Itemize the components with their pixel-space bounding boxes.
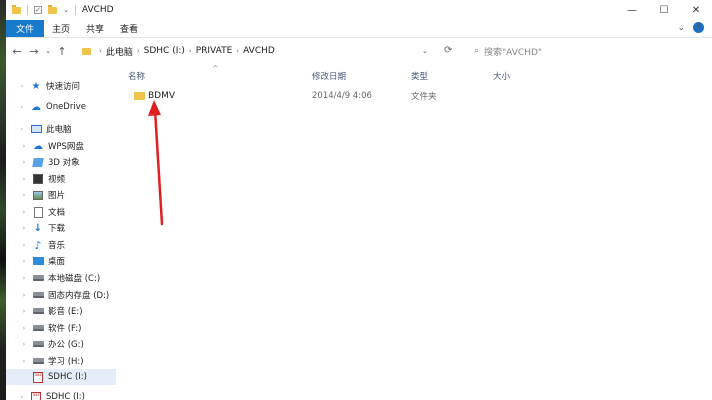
annotation-arrow-shaft: [153, 108, 164, 226]
annotation-arrow-head: [148, 100, 161, 116]
file-explorer-window: ✓ ⌄ AVCHD — ☐ ✕ 文件 主页 共享 查看 ⌄ ? ← → ⌄ ↑: [6, 0, 712, 400]
annotation-arrow: [148, 100, 164, 226]
